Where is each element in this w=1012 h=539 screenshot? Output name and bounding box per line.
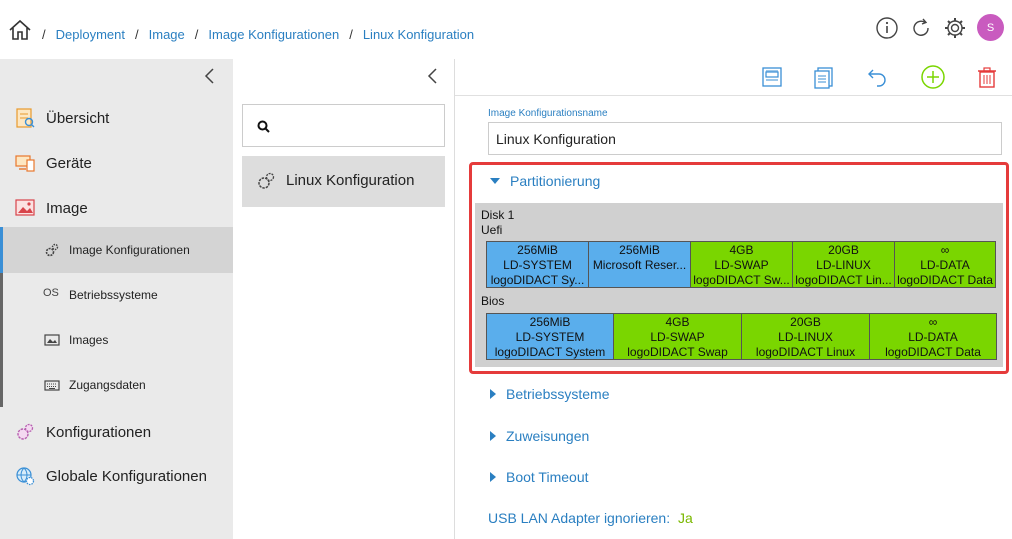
chevron-left-icon[interactable] — [426, 67, 440, 85]
uefi-label: Uefi — [481, 223, 503, 237]
os-icon: OS — [43, 287, 59, 299]
partition-cell[interactable]: 20GB LD-LINUX logoDIDACT Lin... — [792, 241, 895, 288]
avatar[interactable]: S — [977, 14, 1004, 41]
sidebar-item-label: Image — [46, 199, 88, 217]
partition-cell[interactable]: ∞ LD-DATA logoDIDACT Data — [894, 241, 996, 288]
sidebar-item-label: Image Konfigurationen — [69, 243, 190, 257]
config-name-input[interactable]: Linux Konfiguration — [488, 122, 1002, 155]
breadcrumb-deployment[interactable]: Deployment — [56, 27, 125, 42]
sidebar-item-label: Images — [69, 333, 109, 347]
refresh-icon[interactable] — [909, 16, 933, 40]
global-config-icon — [16, 467, 35, 486]
caret-right-icon — [490, 431, 496, 441]
search-icon — [257, 120, 270, 133]
breadcrumb-image-konfigurationen[interactable]: Image Konfigurationen — [208, 27, 339, 42]
breadcrumb-image[interactable]: Image — [149, 27, 185, 42]
list-item[interactable]: Linux Konfiguration — [242, 156, 445, 207]
gears-icon — [45, 243, 59, 257]
partition-section-highlight: Partitionierung Disk 1 Uefi 256MiB LD-SYS… — [469, 162, 1009, 374]
config-name-label: Image Konfigurationsname — [488, 108, 608, 119]
gear-icon[interactable] — [943, 16, 967, 40]
usb-lan-adapter-label: USB LAN Adapter ignorieren: — [488, 510, 671, 526]
copy-icon[interactable] — [811, 64, 837, 90]
section-zuweisungen[interactable]: Zuweisungen — [490, 428, 589, 444]
sidebar-item-images[interactable]: Images — [0, 327, 233, 353]
breadcrumb: / Deployment / Image / Image Konfigurati… — [42, 27, 475, 42]
caret-down-icon — [490, 178, 500, 184]
picture-icon — [44, 334, 60, 346]
caret-right-icon — [490, 389, 496, 399]
caret-right-icon — [490, 472, 496, 482]
sidebar-item-globale-konfigurationen[interactable]: Globale Konfigurationen — [0, 463, 233, 489]
overview-icon — [16, 108, 35, 128]
image-icon — [15, 199, 35, 216]
config-icon — [17, 423, 34, 440]
detail-panel: Image Konfigurationsname Linux Konfigura… — [455, 96, 1012, 539]
partition-cell[interactable]: 4GB LD-SWAP logoDIDACT Swap — [613, 313, 742, 360]
bios-partition-row: 256MiB LD-SYSTEM logoDIDACT System 4GB LD-S… — [486, 313, 997, 360]
partition-cell[interactable]: 256MiB LD-SYSTEM logoDIDACT Sy... — [486, 241, 589, 288]
partition-cell[interactable]: 256MiB LD-SYSTEM logoDIDACT System — [486, 313, 614, 360]
search-input[interactable] — [242, 104, 445, 147]
usb-lan-adapter-setting: USB LAN Adapter ignorieren: Ja — [488, 510, 693, 526]
sidebar-item-label: Betriebssysteme — [69, 288, 158, 302]
sidebar-item-label: Konfigurationen — [46, 423, 152, 441]
home-icon[interactable] — [8, 18, 32, 42]
config-list-panel: Linux Konfiguration — [233, 59, 455, 539]
sidebar-item-image-konfigurationen[interactable]: Image Konfigurationen — [0, 227, 233, 273]
sidebar-item-label: Zugangsdaten — [69, 378, 146, 392]
top-actions: S — [875, 14, 1004, 41]
partition-cell[interactable]: 256MiB Microsoft Reser... — [588, 241, 691, 288]
sidebar-item-betriebssysteme[interactable]: OS Betriebssysteme — [0, 282, 233, 308]
sidebar-item-konfigurationen[interactable]: Konfigurationen — [0, 419, 233, 445]
partition-cell[interactable]: 20GB LD-LINUX logoDIDACT Linux — [741, 313, 870, 360]
usb-lan-adapter-value[interactable]: Ja — [678, 510, 693, 526]
trash-icon[interactable] — [974, 64, 1000, 90]
gears-icon — [258, 172, 275, 189]
partition-cell[interactable]: ∞ LD-DATA logoDIDACT Data — [869, 313, 997, 360]
devices-icon — [15, 155, 35, 172]
add-icon[interactable] — [920, 64, 946, 90]
top-bar: / Deployment / Image / Image Konfigurati… — [0, 0, 1012, 59]
partition-table: Disk 1 Uefi 256MiB LD-SYSTEM logoDIDACT Sy… — [475, 203, 1003, 367]
sidebar-item-image[interactable]: Image — [0, 195, 233, 221]
chevron-left-icon[interactable] — [203, 67, 217, 85]
bios-label: Bios — [481, 294, 505, 308]
sidebar-item-label: Globale Konfigurationen — [46, 467, 207, 485]
section-betriebssysteme[interactable]: Betriebssysteme — [490, 386, 609, 402]
undo-icon[interactable] — [865, 64, 891, 90]
breadcrumb-linux-konfiguration[interactable]: Linux Konfiguration — [363, 27, 474, 42]
sidebar: Übersicht Geräte Image Image Konfigurati… — [0, 59, 233, 539]
sidebar-item-label: Übersicht — [46, 109, 110, 127]
section-boot-timeout[interactable]: Boot Timeout — [490, 469, 589, 485]
sidebar-item-geraete[interactable]: Geräte — [0, 150, 233, 176]
sidebar-item-uebersicht[interactable]: Übersicht — [0, 105, 233, 131]
sidebar-item-label: Geräte — [46, 154, 92, 172]
disk-label: Disk 1 — [481, 208, 515, 222]
keyboard-icon — [44, 380, 60, 391]
network-icon[interactable] — [759, 64, 785, 90]
sidebar-item-zugangsdaten[interactable]: Zugangsdaten — [0, 372, 233, 398]
detail-toolbar — [455, 59, 1012, 96]
section-partitionierung[interactable]: Partitionierung — [490, 173, 600, 189]
uefi-partition-row: 256MiB LD-SYSTEM logoDIDACT Sy... 256MiB Mi… — [486, 241, 996, 288]
partition-cell[interactable]: 4GB LD-SWAP logoDIDACT Sw... — [690, 241, 793, 288]
list-item-label: Linux Konfiguration — [286, 172, 415, 189]
info-icon[interactable] — [875, 16, 899, 40]
